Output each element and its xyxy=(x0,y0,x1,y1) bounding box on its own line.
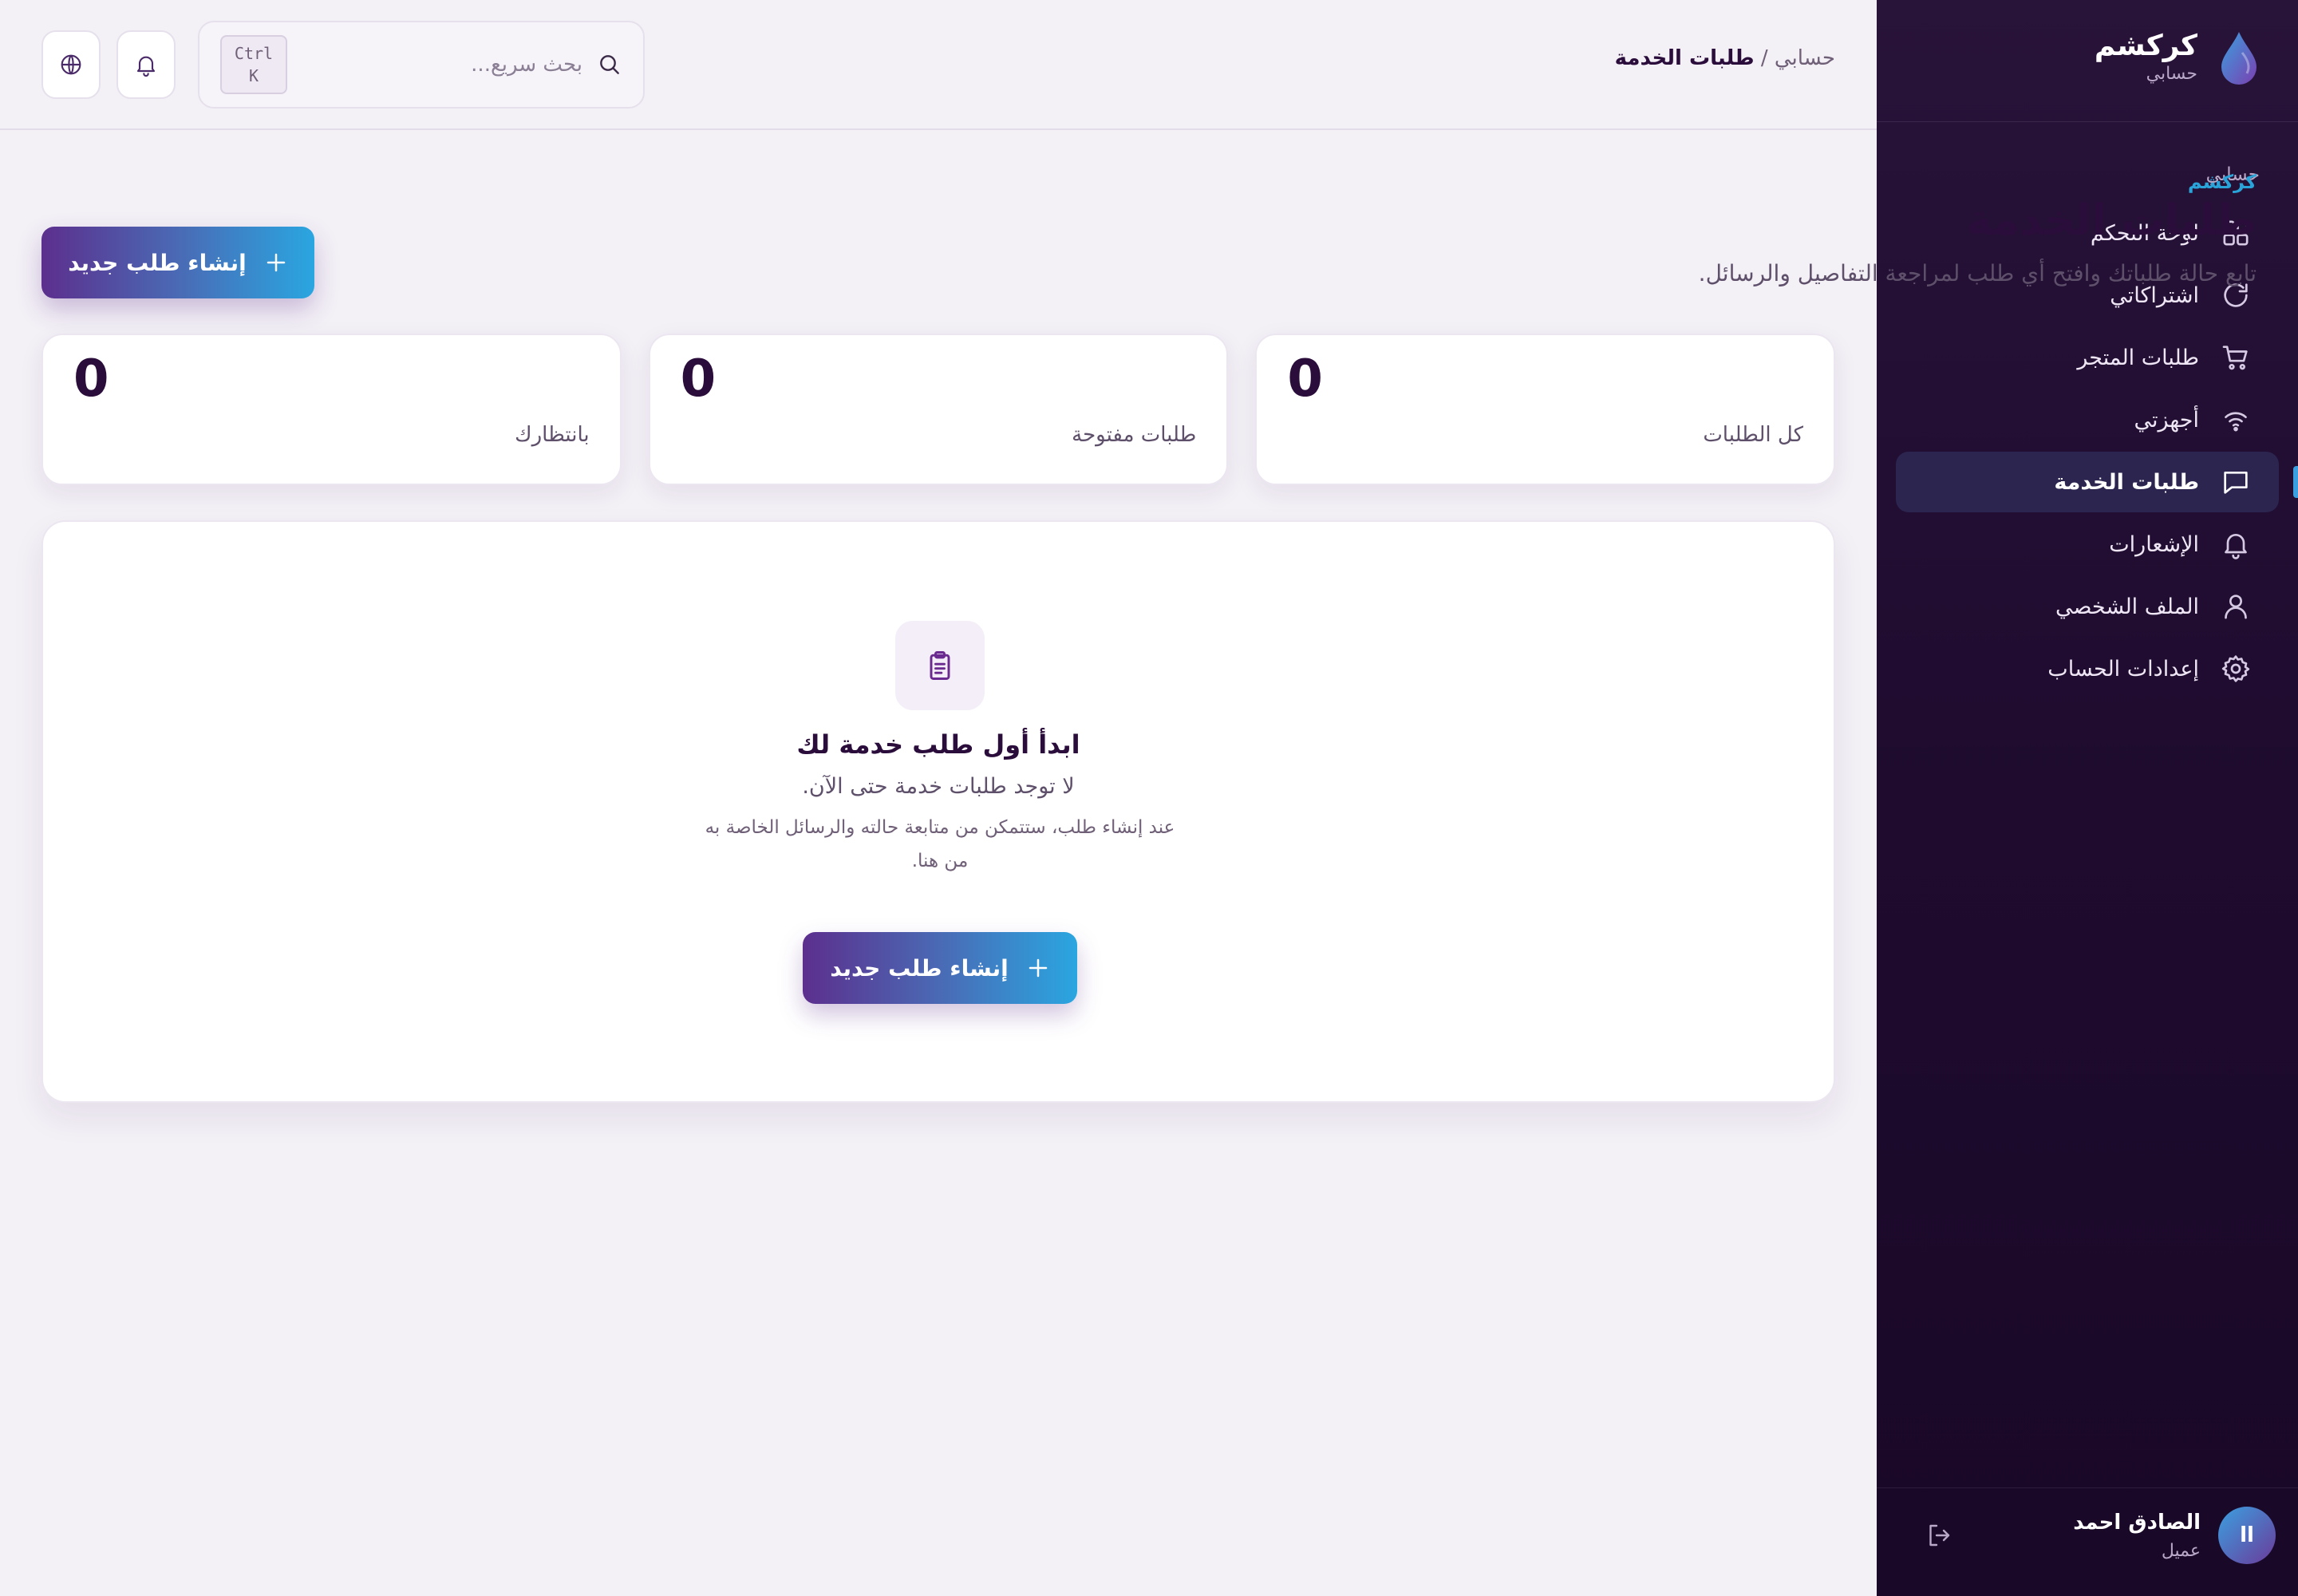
empty-state-icon-box xyxy=(895,621,985,710)
page-title: طلبات الخدمة xyxy=(1966,195,2257,245)
empty-state-description: عند إنشاء طلب، ستتمكن من متابعة حالته وا… xyxy=(705,817,1175,871)
create-request-label: إنشاء طلب جديد xyxy=(68,249,247,276)
breadcrumb-current: طلبات الخدمة xyxy=(1614,46,1755,70)
drop-logo-icon xyxy=(2221,32,2257,85)
shortcut-key: K xyxy=(248,66,259,85)
user-card: اا الصادق احمد عميل xyxy=(1901,1507,2276,1564)
stat-card-all-requests: 0 كل الطلبات xyxy=(1255,334,1835,485)
sidebar-item-label: الإشعارات xyxy=(2109,531,2199,557)
stat-value: 0 xyxy=(73,350,109,409)
search-icon xyxy=(600,55,619,74)
active-indicator xyxy=(2293,466,2298,498)
sidebar-divider xyxy=(1877,121,2298,122)
stat-value: 0 xyxy=(680,350,717,409)
bell-icon xyxy=(2225,534,2247,559)
brand-subtitle: حسابي xyxy=(2146,64,2197,84)
sidebar-item-notifications[interactable]: الإشعارات xyxy=(1896,514,2279,575)
chat-icon xyxy=(2224,472,2248,494)
language-button[interactable] xyxy=(41,30,101,99)
sidebar-item-label: طلبات الخدمة xyxy=(2054,469,2199,495)
notifications-button[interactable] xyxy=(116,30,176,99)
empty-state-subtitle: لا توجد طلبات خدمة حتى الآن. xyxy=(802,774,1075,799)
avatar[interactable]: اا xyxy=(2218,1507,2276,1564)
clipboard-icon xyxy=(930,651,950,680)
cart-icon xyxy=(2222,346,2248,370)
create-request-button[interactable]: إنشاء طلب جديد xyxy=(41,227,314,298)
brand[interactable]: كركشم حسابي xyxy=(2095,29,2260,85)
stats-row: 0 كل الطلبات 0 طلبات مفتوحة 0 بانتظارك xyxy=(41,334,1835,485)
plus-icon xyxy=(1029,958,1047,978)
bell-icon xyxy=(136,56,156,77)
sidebar-item-label: اشتراكاتي xyxy=(2110,282,2199,308)
user-role: عميل xyxy=(2161,1540,2201,1561)
stat-value: 0 xyxy=(1287,350,1323,409)
page-description: تابع حالة طلباتك وافتح أي طلب لمراجعة ال… xyxy=(1698,260,2257,286)
page-eyebrow: كركشم xyxy=(2187,171,2257,193)
keyboard-shortcut-hint: Ctrl K xyxy=(220,35,287,94)
empty-state-create-label: إنشاء طلب جديد xyxy=(830,954,1009,982)
breadcrumb-root[interactable]: حسابي xyxy=(1775,46,1835,70)
sidebar-item-devices[interactable]: أجهزتي xyxy=(1896,389,2279,450)
globe-icon xyxy=(61,54,81,75)
search-input[interactable] xyxy=(302,53,582,77)
sidebar-item-profile[interactable]: الملف الشخصي xyxy=(1896,576,2279,637)
topbar: حسابي / طلبات الخدمة Ctrl K xyxy=(0,0,1877,130)
logout-icon[interactable] xyxy=(1925,1521,1953,1550)
sidebar-item-label: أجهزتي xyxy=(2134,407,2199,433)
sidebar-item-label: الملف الشخصي xyxy=(2055,594,2199,619)
breadcrumb-separator: / xyxy=(1754,46,1775,70)
stat-label: كل الطلبات xyxy=(1703,423,1803,447)
sidebar-item-label: طلبات المتجر xyxy=(2077,345,2199,370)
breadcrumb: حسابي / طلبات الخدمة xyxy=(1615,46,1835,70)
stat-label: بانتظارك xyxy=(515,423,590,447)
user-name: الصادق احمد xyxy=(2073,1510,2201,1535)
empty-state-create-button[interactable]: إنشاء طلب جديد xyxy=(803,932,1077,1004)
gear-icon xyxy=(2221,655,2250,682)
stat-label: طلبات مفتوحة xyxy=(1072,423,1197,447)
empty-state-title: ابدأ أول طلب خدمة لك xyxy=(796,729,1080,760)
stat-card-awaiting-you: 0 بانتظارك xyxy=(41,334,622,485)
search-box[interactable]: Ctrl K xyxy=(198,21,645,109)
empty-state-panel: ابدأ أول طلب خدمة لك لا توجد طلبات خدمة … xyxy=(41,520,1835,1103)
user-icon xyxy=(2225,595,2247,619)
sidebar-item-store-orders[interactable]: طلبات المتجر xyxy=(1896,327,2279,388)
stat-card-open-requests: 0 طلبات مفتوحة xyxy=(648,334,1229,485)
wifi-icon xyxy=(2225,412,2247,432)
brand-name: كركشم xyxy=(2094,30,2197,62)
sidebar-item-account-settings[interactable]: إعدادات الحساب xyxy=(1896,638,2279,699)
shortcut-ctrl: Ctrl xyxy=(234,44,274,63)
sidebar-item-service-requests[interactable]: طلبات الخدمة xyxy=(1896,452,2298,512)
sidebar-item-label: إعدادات الحساب xyxy=(2047,656,2199,681)
sidebar-divider xyxy=(1877,1487,2298,1488)
plus-icon xyxy=(267,253,285,272)
